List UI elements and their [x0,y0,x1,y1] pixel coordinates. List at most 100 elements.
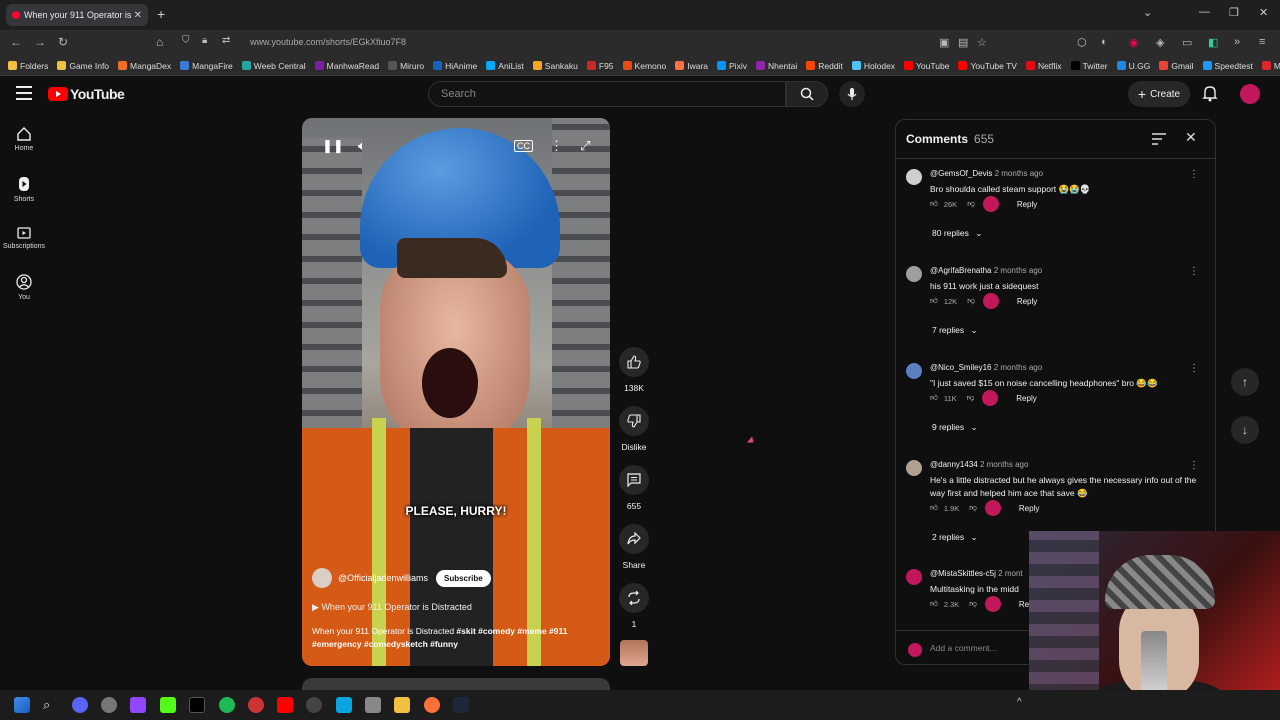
bookmark-item[interactable]: Miruro [388,61,424,71]
shorts-video-player[interactable]: ❚❚ 🔈︎ CC ⋮ ⤢ PLEASE, HURRY! @Officialjad… [302,118,610,666]
kick-icon[interactable] [160,697,176,713]
pause-icon[interactable]: ❚❚ [322,138,344,154]
media-player-icon[interactable] [306,697,322,713]
home-browser-icon[interactable]: ⌂ [156,35,163,49]
extension-icon[interactable]: ▭ [1182,36,1192,49]
extension-icon[interactable]: ◧ [1208,36,1218,49]
reader-icon[interactable]: ▤ [958,36,968,49]
comments-button[interactable]: 655 [614,465,654,511]
tray-overflow-icon[interactable]: ^ [1017,697,1033,713]
taskbar-search-icon[interactable]: ⌕ [43,697,59,713]
discord-icon[interactable] [72,697,88,713]
bookmark-item[interactable]: ManhwaRead [314,61,379,71]
bookmark-item[interactable]: Sankaku [532,61,578,71]
bookmark-item[interactable]: Pixiv [717,61,747,71]
commenter-avatar[interactable] [906,266,922,282]
next-short-button[interactable]: ↓ [1231,416,1259,444]
steam-icon[interactable] [453,697,469,713]
commenter-avatar[interactable] [906,169,922,185]
bookmark-item[interactable]: MangaFire [180,61,233,71]
extension-icon[interactable]: ◐ [1101,36,1108,48]
captions-icon[interactable]: CC [514,140,533,152]
thumbs-down-icon[interactable]: 👎︎ [969,599,977,609]
commenter-avatar[interactable] [906,569,922,585]
tab-close-icon[interactable]: ✕ [134,10,142,21]
bookmark-item[interactable]: Twitter [1070,61,1108,71]
comment-author[interactable]: @MistaSkittles-c5j [930,569,996,578]
bookmark-item[interactable]: YouTube [904,61,949,71]
comment-menu-icon[interactable]: ⋮ [1189,169,1199,180]
subscribe-button[interactable]: Subscribe [436,569,491,587]
bookmark-item[interactable]: YouTube TV [958,61,1017,71]
commenter-avatar[interactable] [906,363,922,379]
youtube-logo[interactable]: YouTube [48,86,125,102]
dislike-button[interactable]: Dislike [614,406,654,452]
thumbs-up-icon[interactable]: 👍︎ [930,393,938,403]
app-icon[interactable] [365,697,381,713]
sidebar-item-you[interactable]: You [0,274,48,301]
create-button[interactable]: + Create [1128,81,1190,107]
bookmark-item[interactable]: Nhentai [755,61,797,71]
bookmark-item[interactable]: Kemono [622,61,666,71]
permissions-icon[interactable]: ⇄ [222,35,230,46]
thumbs-down-icon[interactable]: 👎︎ [967,296,975,306]
search-input[interactable]: Search [428,81,786,107]
sidebar-item-home[interactable]: Home [0,127,48,152]
share-button[interactable]: Share [614,524,654,570]
maximize-icon[interactable]: ❐ [1229,6,1239,19]
browser-tab[interactable]: When your 911 Operator is ✕ [6,4,148,26]
comment-menu-icon[interactable]: ⋮ [1189,363,1199,374]
search-button[interactable] [786,81,828,107]
account-avatar[interactable] [1240,84,1260,104]
new-tab-icon[interactable]: + [157,6,165,22]
notifications-button[interactable] [1202,85,1218,107]
spotify-icon[interactable] [219,697,235,713]
file-explorer-icon[interactable] [394,697,410,713]
channel-name[interactable]: @Officialjadenwilliams [338,573,428,583]
fullscreen-icon[interactable]: ⤢ [580,138,590,154]
view-replies-button[interactable]: 7 replies ⌄ [932,325,978,336]
reply-button[interactable]: Reply [1019,504,1039,513]
sort-icon[interactable] [1152,132,1166,150]
screenshot-icon[interactable]: ▣ [939,36,949,49]
bookmark-item[interactable]: MEGA [1261,61,1280,71]
extension-icon[interactable]: ◈ [1156,36,1164,49]
window-close-icon[interactable]: ✕ [1259,6,1268,19]
sound-thumbnail[interactable] [620,640,648,666]
bookmark-item[interactable]: Netflix [1025,61,1062,71]
reply-button[interactable]: Reply [1017,200,1037,209]
extension-icon[interactable]: ◉ [1129,36,1139,49]
bookmark-item[interactable]: Iwara [675,61,708,71]
bookmark-item[interactable]: Folders [8,61,48,71]
view-replies-button[interactable]: 2 replies ⌄ [932,532,978,543]
reload-icon[interactable]: ↻ [58,35,68,49]
back-icon[interactable]: ← [10,35,22,49]
firefox-icon[interactable] [424,697,440,713]
like-button[interactable]: 138K [614,347,654,393]
reply-button[interactable]: Reply [1016,394,1036,403]
channel-avatar[interactable] [312,568,332,588]
reply-button[interactable]: Reply [1017,297,1037,306]
bookmark-item[interactable]: U.GG [1116,61,1150,71]
close-comments-icon[interactable]: ✕ [1185,129,1197,146]
minimize-icon[interactable]: — [1199,6,1210,18]
bookmark-item[interactable]: Holodex [851,61,895,71]
start-icon[interactable] [14,697,30,713]
extension-icon[interactable]: ⬡ [1077,36,1087,49]
browser-menu-icon[interactable]: ≡ [1259,36,1265,48]
shield-icon[interactable]: ⛉ [182,35,190,46]
address-bar[interactable]: www.youtube.com/shorts/EGkXfiuo7F8 [250,37,406,47]
thumbs-down-icon[interactable]: 👎︎ [967,393,975,403]
thumbs-up-icon[interactable]: 👍︎ [930,503,938,513]
app-icon[interactable] [248,697,264,713]
twitch-icon[interactable] [130,697,146,713]
thumbs-down-icon[interactable]: 👎︎ [967,199,975,209]
bookmark-item[interactable]: Game Info [57,61,109,71]
view-replies-button[interactable]: 9 replies ⌄ [932,422,978,433]
thumbs-up-icon[interactable]: 👍︎ [930,296,938,306]
comment-author[interactable]: @GemsOf_Devis [930,169,992,178]
x-icon[interactable] [189,697,205,713]
comment-author[interactable]: @danny1434 [930,460,978,469]
playlist-link[interactable]: ▶ When your 911 Operator is Distracted [312,602,472,613]
bookmark-item[interactable]: HiAnime [433,61,477,71]
